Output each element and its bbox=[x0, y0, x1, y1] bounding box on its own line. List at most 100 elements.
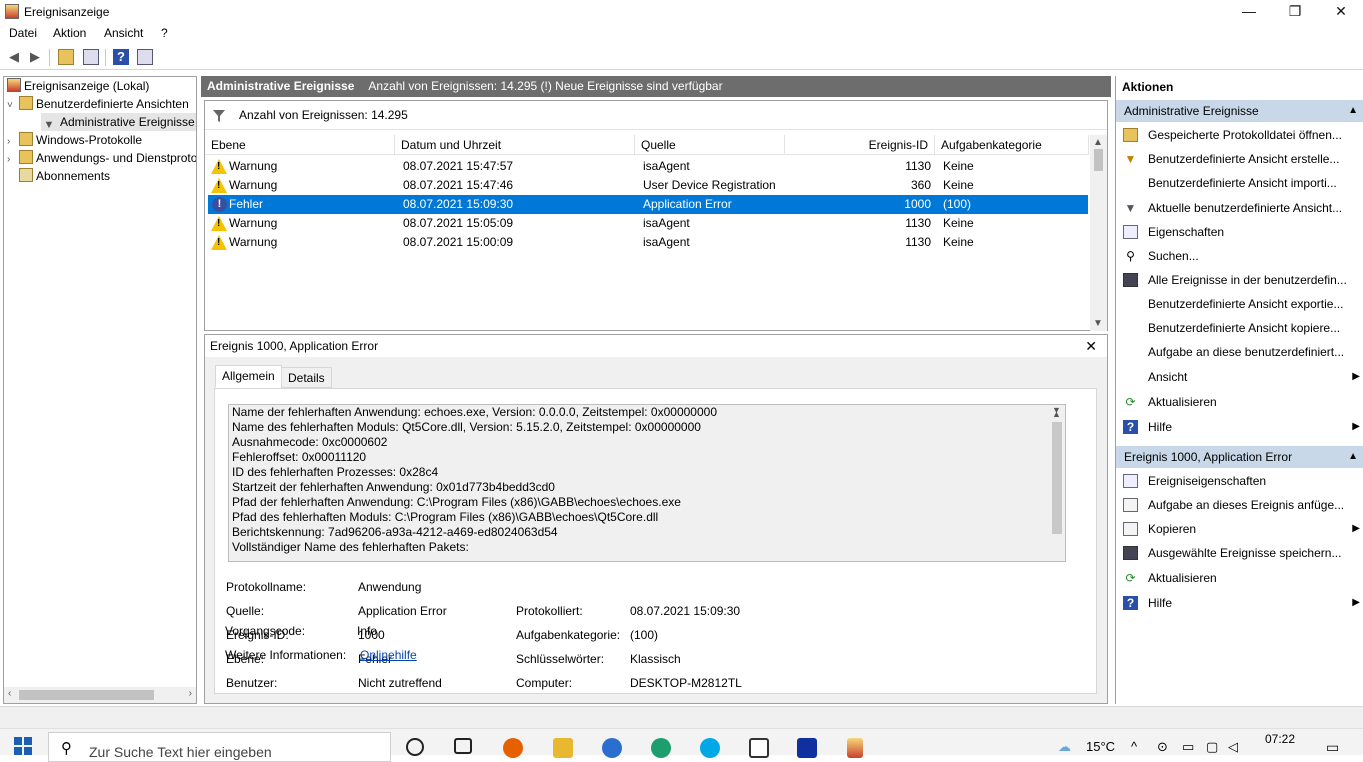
column-date[interactable]: Datum und Uhrzeit bbox=[395, 135, 635, 155]
actions-section-event[interactable]: Ereignis 1000, Application Error ▲ bbox=[1116, 446, 1363, 468]
taskbar-search-box[interactable]: ⚲ Zur Suche Text hier eingeben bbox=[48, 732, 391, 762]
minimize-button[interactable]: — bbox=[1226, 0, 1272, 24]
app-icon[interactable] bbox=[749, 738, 769, 758]
event-row[interactable]: Warnung 08.07.2021 15:05:09 isaAgent 113… bbox=[208, 214, 1088, 233]
tab-general[interactable]: Allgemein bbox=[215, 365, 282, 388]
scroll-thumb[interactable] bbox=[1094, 149, 1103, 171]
action-copy-custom-view[interactable]: Benutzerdefinierte Ansicht kopiere... bbox=[1116, 316, 1363, 340]
status-bar bbox=[0, 706, 1363, 728]
action-open-saved-log[interactable]: Gespeicherte Protokolldatei öffnen... bbox=[1116, 123, 1363, 147]
tree-horizontal-scrollbar[interactable]: ‹ › bbox=[4, 687, 196, 703]
tree-item-windows-logs[interactable]: › Windows-Protokolle bbox=[7, 131, 142, 149]
tree-item-label: Anwendungs- und Dienstprotokolle bbox=[36, 151, 197, 165]
collapse-chevron-icon[interactable]: ˅ bbox=[7, 97, 19, 115]
back-arrow-icon[interactable]: ◀ bbox=[6, 49, 22, 65]
tray-chevron-up-icon[interactable]: ^ bbox=[1131, 739, 1137, 754]
tree-item-root[interactable]: Ereignisanzeige (Lokal) bbox=[7, 77, 149, 95]
task-view-icon[interactable] bbox=[454, 738, 472, 754]
network-icon[interactable]: ⊙ bbox=[1157, 739, 1168, 755]
scroll-down-icon[interactable]: ▼ bbox=[1093, 318, 1103, 329]
copy-icon bbox=[1123, 522, 1138, 536]
menu-help[interactable]: ? bbox=[161, 26, 168, 40]
edge-icon[interactable] bbox=[651, 738, 671, 758]
close-detail-icon[interactable]: ✕ bbox=[1085, 335, 1097, 357]
column-level[interactable]: Ebene bbox=[205, 135, 395, 155]
file-explorer-icon[interactable] bbox=[553, 738, 573, 758]
app-icon[interactable] bbox=[797, 738, 817, 758]
event-row[interactable]: Warnung 08.07.2021 15:47:57 isaAgent 113… bbox=[208, 157, 1088, 176]
column-source[interactable]: Quelle bbox=[635, 135, 785, 155]
action-properties[interactable]: Eigenschaften bbox=[1116, 220, 1363, 244]
action-attach-task-event[interactable]: Aufgabe an dieses Ereignis anfüge... bbox=[1116, 493, 1363, 517]
tab-details[interactable]: Details bbox=[281, 367, 332, 388]
action-help[interactable]: ? Hilfe ▶ bbox=[1116, 415, 1363, 439]
skype-icon[interactable] bbox=[700, 738, 720, 758]
action-search[interactable]: ⚲ Suchen... bbox=[1116, 244, 1363, 268]
menu-aktion[interactable]: Aktion bbox=[53, 26, 86, 40]
collapse-up-icon[interactable]: ▲ bbox=[1348, 446, 1358, 468]
action-refresh[interactable]: ⟳ Aktualisieren bbox=[1116, 390, 1363, 414]
notification-icon[interactable]: ▭ bbox=[1326, 739, 1339, 756]
action-attach-task-view[interactable]: Aufgabe an diese benutzerdefiniert... bbox=[1116, 340, 1363, 364]
menu-datei[interactable]: Datei bbox=[9, 26, 37, 40]
display-icon[interactable]: ▢ bbox=[1206, 739, 1218, 755]
temperature[interactable]: 15°C bbox=[1086, 739, 1115, 754]
collapse-up-icon[interactable]: ▲ bbox=[1348, 100, 1358, 122]
event-description-box[interactable]: Name der fehlerhaften Anwendung: echoes.… bbox=[228, 404, 1066, 562]
forward-arrow-icon[interactable]: ▶ bbox=[27, 49, 43, 65]
tree-item-admin-events[interactable]: ▼ Administrative Ereignisse bbox=[41, 113, 196, 131]
scroll-left-icon[interactable]: ‹ bbox=[8, 688, 11, 699]
section-label: Administrative Ereignisse bbox=[1124, 104, 1259, 118]
column-event-id[interactable]: Ereignis-ID bbox=[785, 135, 935, 155]
event-viewer-taskbar-icon[interactable] bbox=[847, 738, 863, 758]
action-refresh-event[interactable]: ⟳ Aktualisieren bbox=[1116, 566, 1363, 590]
action-filter-current-view[interactable]: ▼ Aktuelle benutzerdefinierte Ansicht... bbox=[1116, 196, 1363, 220]
event-row[interactable]: Warnung 08.07.2021 15:47:46 User Device … bbox=[208, 176, 1088, 195]
menu-ansicht[interactable]: Ansicht bbox=[104, 26, 143, 40]
scroll-right-icon[interactable]: › bbox=[189, 688, 192, 699]
help-icon[interactable]: ? bbox=[113, 49, 129, 65]
clock-time[interactable]: 07:22 bbox=[1265, 732, 1295, 746]
online-help-link[interactable]: Onlinehilfe bbox=[360, 648, 417, 662]
task-view-cortana-icon[interactable] bbox=[406, 738, 424, 756]
event-row[interactable]: Warnung 08.07.2021 15:00:09 isaAgent 113… bbox=[208, 233, 1088, 252]
event-row-selected[interactable]: ! Fehler 08.07.2021 15:09:30 Application… bbox=[208, 195, 1088, 214]
scroll-thumb[interactable] bbox=[1052, 422, 1062, 534]
action-copy[interactable]: Kopieren ▶ bbox=[1116, 517, 1363, 541]
scroll-down-icon[interactable]: ▼ bbox=[1052, 405, 1061, 418]
browser-icon[interactable] bbox=[602, 738, 622, 758]
actions-section-admin-events[interactable]: Administrative Ereignisse ▲ bbox=[1116, 100, 1363, 122]
up-folder-icon[interactable] bbox=[58, 49, 74, 65]
action-create-custom-view[interactable]: ▼ Benutzerdefinierte Ansicht erstelle... bbox=[1116, 147, 1363, 171]
action-save-all-events[interactable]: Alle Ereignisse in der benutzerdefin... bbox=[1116, 268, 1363, 292]
volume-icon[interactable]: ◁ bbox=[1228, 739, 1238, 755]
action-save-selected-events[interactable]: Ausgewählte Ereignisse speichern... bbox=[1116, 541, 1363, 565]
event-list-scrollbar[interactable]: ▲ ▼ bbox=[1090, 135, 1107, 331]
firefox-icon[interactable] bbox=[503, 738, 523, 758]
tree-item-subscriptions[interactable]: Abonnements bbox=[19, 167, 110, 185]
action-help-event[interactable]: ? Hilfe ▶ bbox=[1116, 591, 1363, 615]
action-event-properties[interactable]: Ereigniseigenschaften bbox=[1116, 469, 1363, 493]
restore-button[interactable]: ❐ bbox=[1272, 0, 1318, 24]
expand-chevron-icon[interactable]: › bbox=[7, 151, 19, 169]
column-task-category[interactable]: Aufgabenkategorie bbox=[935, 135, 1089, 155]
tree-item-app-service-logs[interactable]: › Anwendungs- und Dienstprotokolle bbox=[7, 149, 197, 169]
tree-item-custom-views[interactable]: ˅ Benutzerdefinierte Ansichten bbox=[7, 95, 189, 113]
show-hide-action-pane-icon[interactable] bbox=[137, 49, 153, 65]
scroll-thumb[interactable] bbox=[19, 690, 154, 700]
scroll-up-icon[interactable]: ▲ bbox=[1093, 137, 1103, 148]
description-line: Vollständiger Name des fehlerhaften Pake… bbox=[232, 540, 469, 554]
show-hide-tree-icon[interactable] bbox=[83, 49, 99, 65]
more-info-label: Weitere Informationen: bbox=[225, 648, 347, 662]
event-level: Warnung bbox=[229, 159, 278, 173]
windows-start-icon[interactable] bbox=[14, 737, 32, 755]
close-window-button[interactable]: ✕ bbox=[1318, 0, 1363, 24]
action-import-custom-view[interactable]: Benutzerdefinierte Ansicht importi... bbox=[1116, 171, 1363, 195]
action-view-menu[interactable]: Ansicht ▶ bbox=[1116, 365, 1363, 389]
action-export-custom-view[interactable]: Benutzerdefinierte Ansicht exportie... bbox=[1116, 292, 1363, 316]
weather-icon[interactable]: ☁ bbox=[1058, 739, 1071, 755]
folder-icon bbox=[19, 132, 33, 146]
source-label: Quelle: bbox=[226, 604, 265, 618]
description-scrollbar[interactable]: ▲ ▼ bbox=[1049, 405, 1065, 534]
battery-icon[interactable]: ▭ bbox=[1182, 739, 1194, 755]
